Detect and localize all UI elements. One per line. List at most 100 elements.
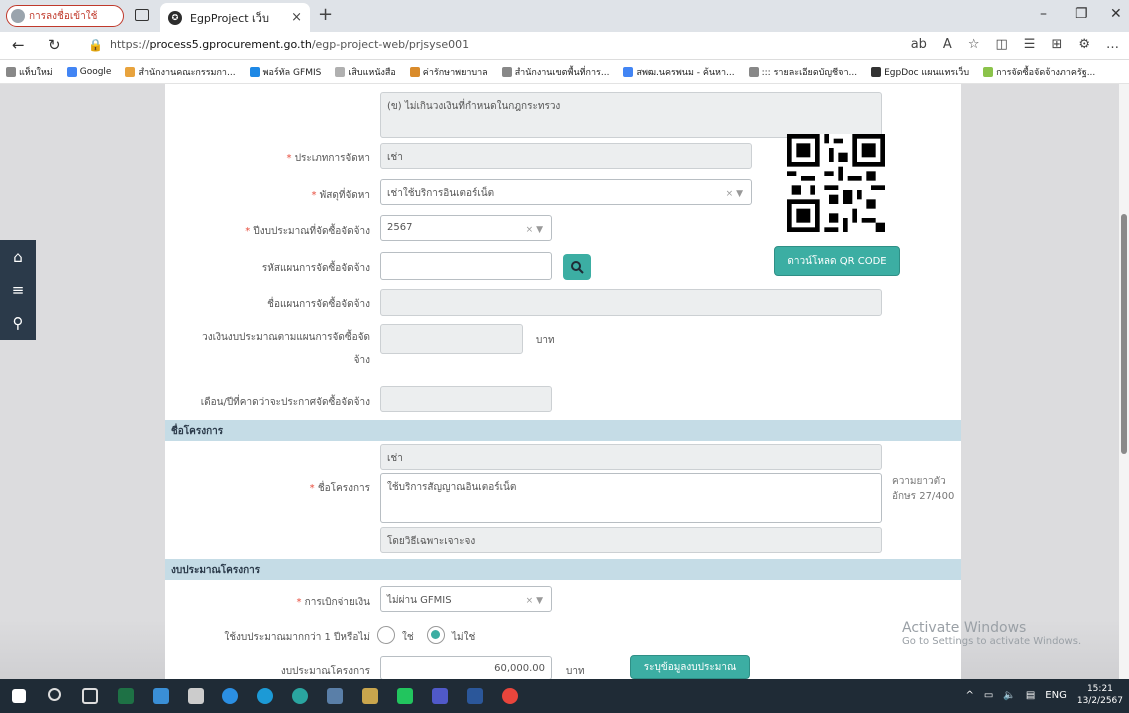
plan-search-button[interactable] [563,254,591,280]
bookmark-item[interactable]: EgpDoc แผนแทรเว็บ [871,65,969,79]
bookmark-item[interactable]: สำนักงานเขตพื้นที่การ... [501,65,610,79]
bookmark-icon [6,66,16,77]
bookmark-label: ค่ารักษาพยาบาล [422,67,488,78]
ie-icon[interactable] [222,688,238,704]
url-prefix: https:// [110,38,150,51]
bookmark-icon [748,66,759,77]
scroll-thumb[interactable] [1121,214,1127,454]
windows-start-icon[interactable] [12,689,26,703]
page-scrollbar[interactable] [1119,84,1129,679]
minimize-icon[interactable]: – [1040,6,1047,22]
bookmark-label: ::: รายละเอียดบัญชีจา... [761,67,858,78]
edge-legacy-icon[interactable] [257,688,273,704]
bookmark-item[interactable]: แท็บใหม่ [6,65,53,79]
excel-icon[interactable] [118,688,134,704]
egp-favicon-icon: ✪ [168,10,182,25]
lock-icon[interactable]: 🔒 [88,38,103,52]
home-icon[interactable]: ⌂ [13,248,23,266]
criteria-textarea[interactable]: (ข) ไม่เกินวงเงินที่กำหนดในกฎกระทรวง [380,92,882,138]
bookmark-item[interactable]: สำนักงานคณะกรรมกา... [125,65,236,79]
read-aloud-icon[interactable]: A [943,37,952,52]
translate-icon[interactable]: ab [911,37,927,52]
close-tab-icon[interactable]: × [291,10,302,25]
app-icon[interactable] [362,688,378,704]
tab-actions-icon[interactable] [135,9,149,21]
teams-icon[interactable] [432,688,448,704]
maximize-icon[interactable]: ❐ [1075,6,1088,22]
bookmark-item[interactable]: ::: รายละเอียดบัญชีจา... [748,65,858,79]
url-field[interactable]: https://process5.gprocurement.go.th/egp-… [110,38,469,51]
calendar-icon[interactable] [327,688,343,704]
bookmark-label: Google [79,66,112,77]
browser-tab-strip: การลงชื่อเข้าใช้ ✪ EgpProject เว็บ × + –… [0,0,1129,32]
edge-icon[interactable] [292,688,308,704]
store-icon[interactable] [188,688,204,704]
plan-code-input[interactable] [380,252,552,280]
tray-arrow-icon[interactable]: ^ [966,690,974,701]
search-icon[interactable] [48,688,61,701]
collections-icon[interactable]: ⊞ [1051,37,1062,52]
search-icon[interactable]: ⚲ [13,314,24,332]
volume-icon[interactable]: 🔈 [1003,690,1015,701]
app-icon[interactable] [153,688,169,704]
project-budget-input[interactable]: 60,000.00 [380,656,552,679]
active-tab[interactable]: ✪ EgpProject เว็บ × [160,3,310,32]
bookmarks-bar: แท็บใหม่ Google สำนักงานคณะกรรมกา... พอร์ทั… [0,60,1129,84]
form-panel: (ข) ไม่เกินวงเงินที่กำหนดในกฎกระทรวง * ป… [165,84,961,679]
more-icon[interactable]: … [1106,37,1119,52]
split-screen-icon[interactable]: ◫ [995,37,1007,52]
project-name-textarea[interactable]: ใช้บริการสัญญาณอินเตอร์เน็ต [380,473,882,523]
new-tab-icon[interactable]: + [318,4,333,25]
bookmark-item[interactable]: พอร์ทัล GFMIS [249,65,322,79]
item-label: * พัสดุที่จัดหา [311,190,370,201]
extensions-icon[interactable]: ⚙ [1078,37,1090,52]
plan-budget-label-line2: จ้าง [353,355,370,366]
multi-year-no-radio[interactable] [427,626,445,644]
multi-year-yes-radio[interactable] [377,626,395,644]
favorite-star-icon[interactable]: ☆ [968,37,980,52]
procurement-type-field: เช่า [380,143,752,169]
bookmark-item[interactable]: ค่ารักษาพยาบาล [409,65,488,79]
download-qr-button[interactable]: ดาวน์โหลด QR CODE [774,246,900,276]
item-select[interactable]: เช่าใช้บริการอินเตอร์เน็ต × ▼ [380,179,752,205]
back-icon[interactable]: ← [12,36,25,54]
plan-budget-label-line1: วงเงินงบประมาณตามแผนการจัดซื้อจัด [202,332,370,343]
profile-label: การลงชื่อเข้าใช้ [29,10,98,22]
bookmark-label: สำนักงานเขตพื้นที่การ... [514,67,610,78]
line-icon[interactable] [397,688,413,704]
plan-budget-unit: บาท [536,335,555,346]
network-icon[interactable]: ▭ [984,690,993,701]
chrome-icon[interactable] [502,688,518,704]
bookmark-item[interactable]: การจัดซื้อจัดจ้างภาครัฐ... [983,65,1095,79]
notification-icon[interactable]: ▤ [1026,690,1035,701]
word-icon[interactable] [467,688,483,704]
address-tools: ab A ☆ ◫ ☰ ⊞ ⚙ … [911,37,1119,52]
bookmark-label: สพฒ.นครพนม - ค้นหา... [636,67,735,78]
url-path: /egp-project-web/prjsyse001 [311,38,470,51]
search-icon [571,261,584,274]
refresh-icon[interactable]: ↻ [48,36,61,54]
budget-year-select[interactable]: 2567 × ▼ [380,215,552,241]
bookmark-label: พอร์ทัล GFMIS [262,67,322,78]
task-view-icon[interactable] [82,688,98,704]
menu-icon[interactable]: ≡ [12,281,25,299]
bookmark-label: EgpDoc แผนแทรเว็บ [884,67,970,78]
multi-year-yes-label: ใช่ [402,632,414,643]
project-suffix-field: โดยวิธีเฉพาะเจาะจง [380,527,882,553]
profile-button[interactable]: การลงชื่อเข้าใช้ [6,5,124,27]
bookmark-icon [983,66,994,77]
bookmark-label: เสิบแหนังสือ [348,67,396,78]
avatar-icon [11,9,25,23]
favorites-icon[interactable]: ☰ [1024,37,1036,52]
specify-budget-button[interactable]: ระบุข้อมูลงบประมาณ [630,655,750,679]
bookmark-item[interactable]: Google [66,66,112,77]
language-indicator[interactable]: ENG [1045,690,1067,701]
clock[interactable]: 15:21 13/2/2567 [1077,683,1123,707]
bookmark-label: แท็บใหม่ [19,67,53,78]
project-prefix-field: เช่า [380,444,882,470]
bookmark-item[interactable]: เสิบแหนังสือ [335,65,396,79]
bookmark-item[interactable]: สพฒ.นครพนม - ค้นหา... [623,65,735,79]
disbursement-select[interactable]: ไม่ผ่าน GFMIS × ▼ [380,586,552,612]
close-window-icon[interactable]: ✕ [1110,6,1122,22]
qr-code-image [787,134,885,232]
